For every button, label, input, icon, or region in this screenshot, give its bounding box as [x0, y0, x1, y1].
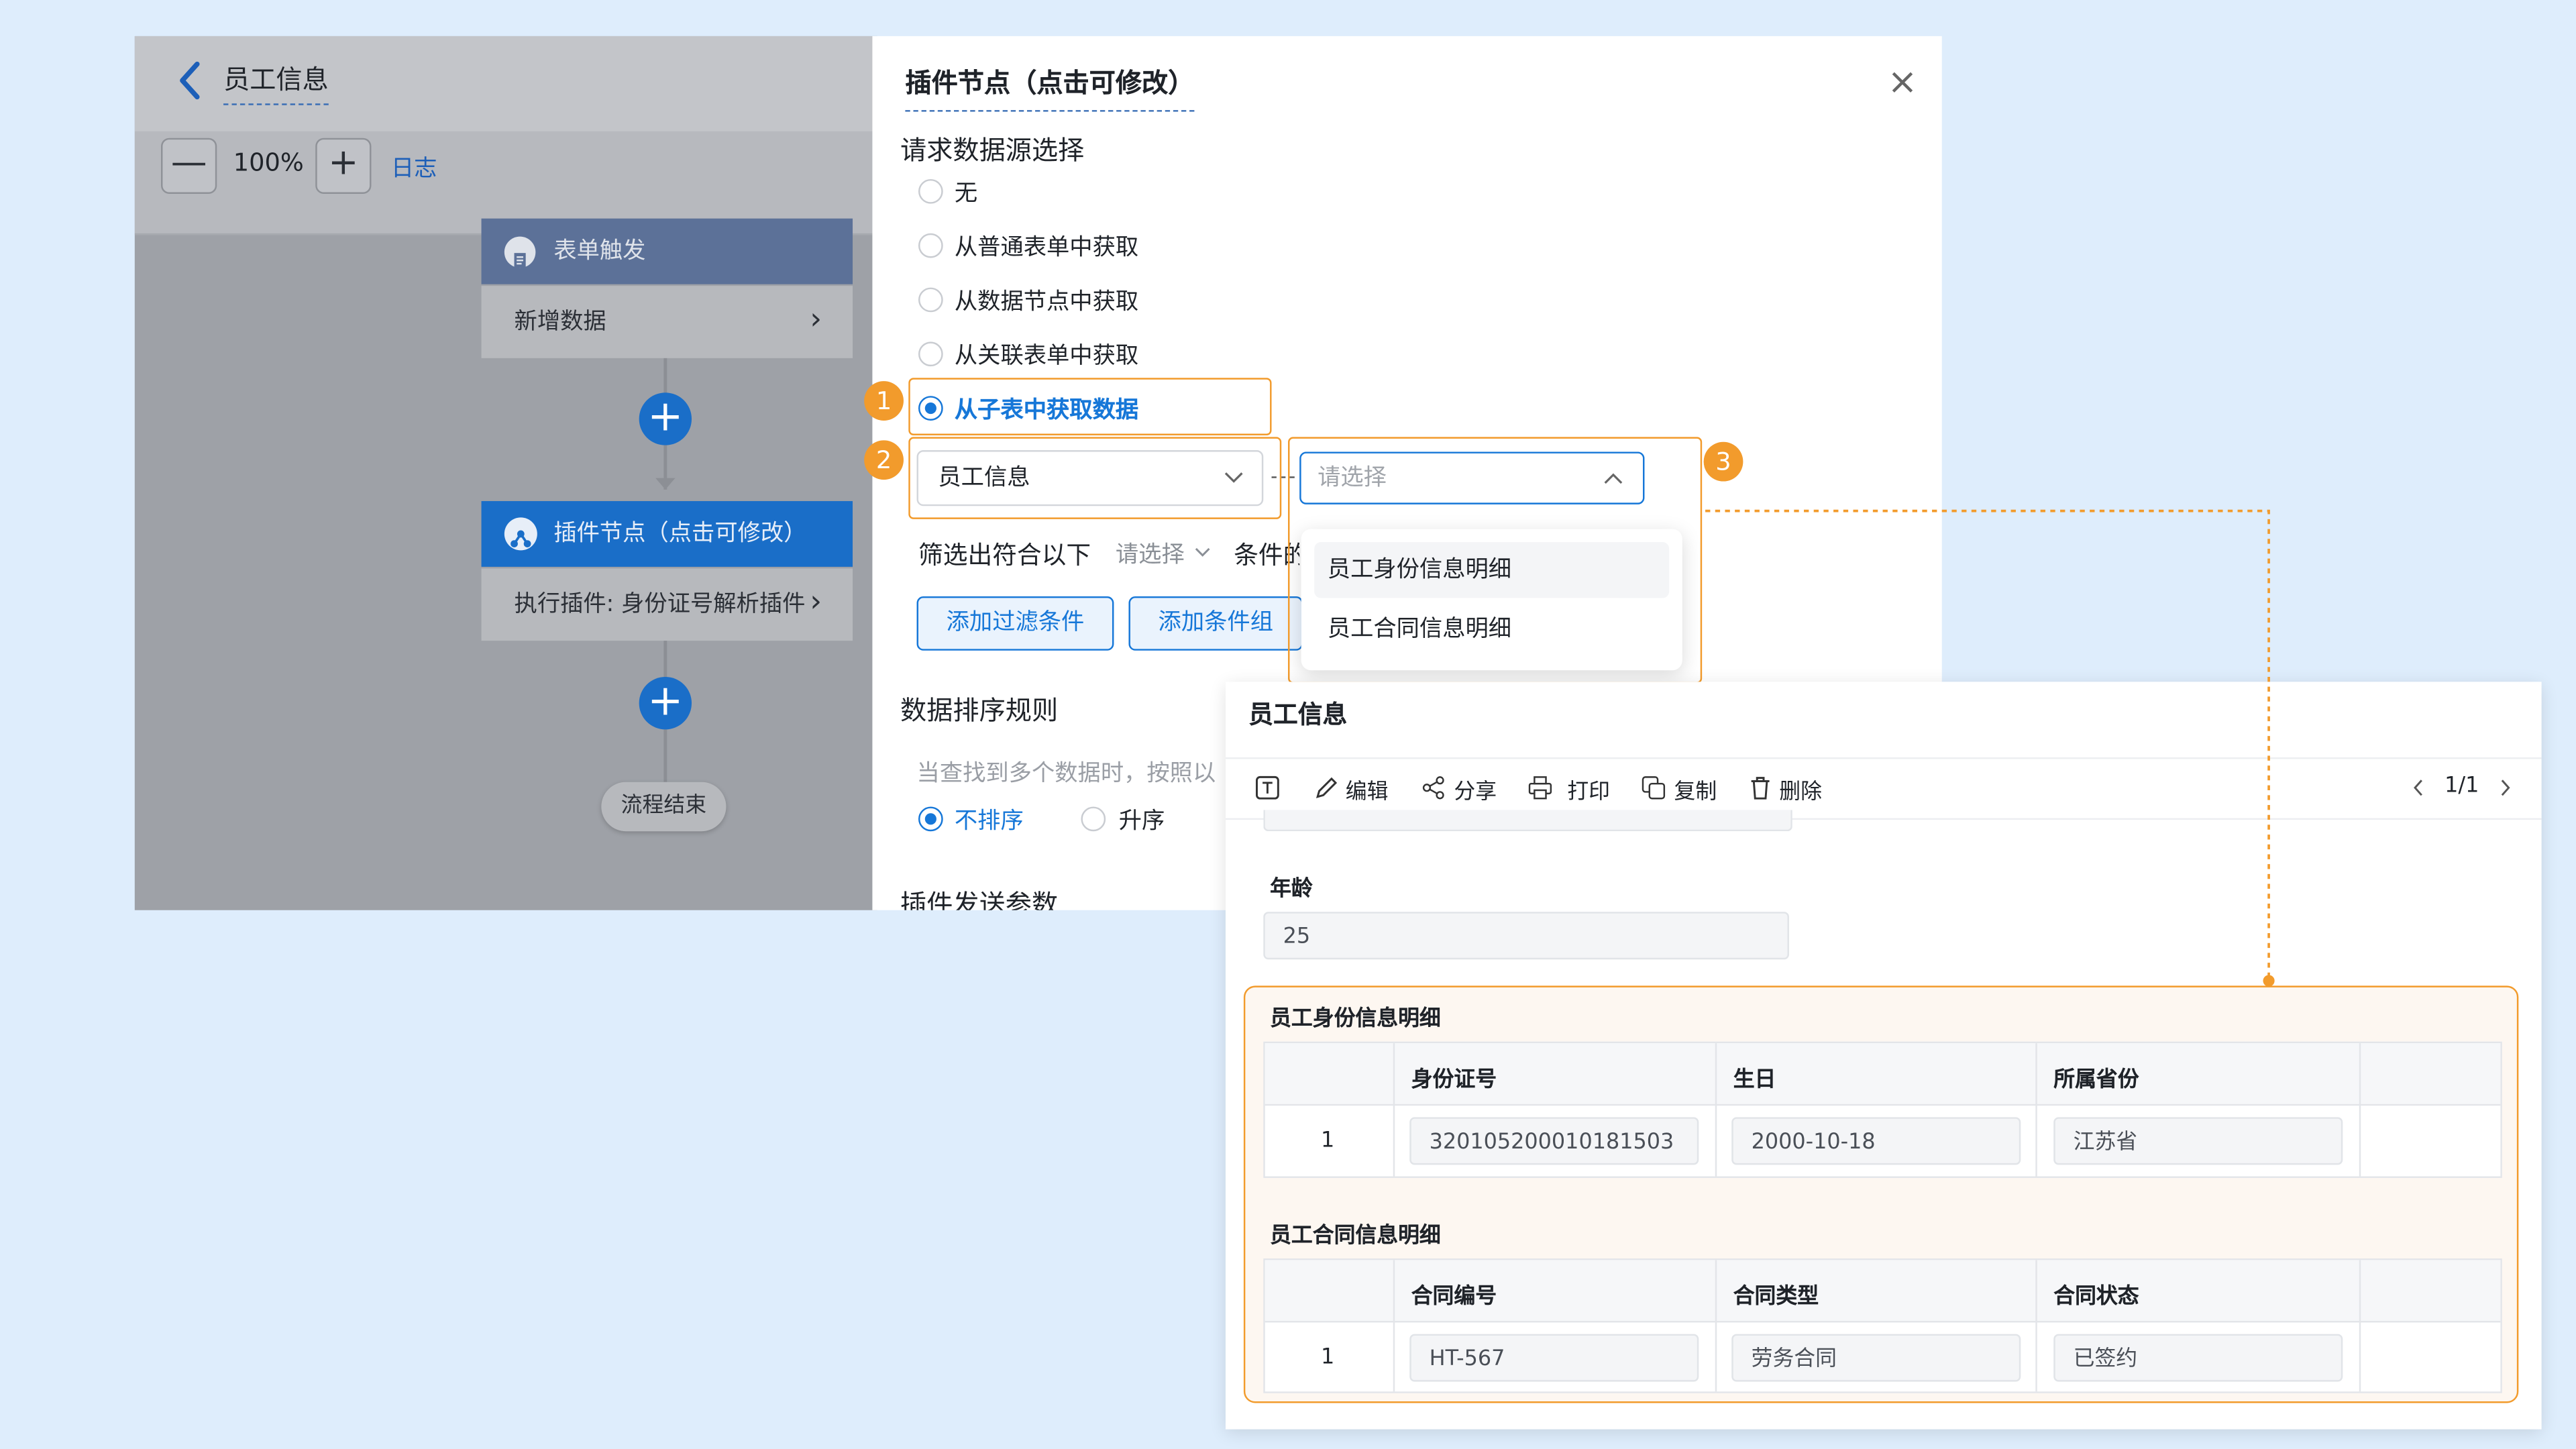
- table-cell[interactable]: 2000-10-18: [1731, 1117, 2021, 1165]
- radio-no-sort[interactable]: [918, 806, 943, 832]
- table-cell[interactable]: 已签约: [2053, 1334, 2343, 1382]
- sort-hint: 当查找到多个数据时，按照以: [916, 760, 1216, 788]
- add-node-button[interactable]: +: [639, 676, 692, 730]
- column-divider: [1393, 1260, 1395, 1392]
- highlight-box-3: [1288, 437, 1703, 684]
- table-cell[interactable]: HT-567: [1409, 1334, 1699, 1382]
- contract-subtable: 合同编号 合同类型 合同状态 1 HT-567 劳务合同 已签约: [1263, 1258, 2502, 1393]
- row-divider: [1265, 1320, 2501, 1323]
- step-badge-1: 1: [864, 381, 904, 421]
- subtables-highlight: 员工身份信息明细 身份证号 生日 所属省份 1 3201052000101815…: [1243, 985, 2519, 1403]
- form-icon: [504, 236, 536, 268]
- trigger-node-body[interactable]: 新增数据 ›: [481, 286, 853, 358]
- column-divider: [2359, 1043, 2361, 1177]
- table-cell[interactable]: 320105200010181503: [1409, 1117, 1699, 1165]
- identity-subtable-title: 员工身份信息明细: [1270, 1007, 1441, 1032]
- add-node-button[interactable]: +: [639, 392, 692, 445]
- column-header: 合同类型: [1733, 1285, 1819, 1309]
- table-cell[interactable]: 江苏省: [2053, 1117, 2343, 1165]
- chevron-down-icon: [1195, 547, 1210, 557]
- trigger-node-title: 表单触发: [553, 238, 646, 265]
- column-divider: [2035, 1260, 2037, 1392]
- highlight-box-2: [908, 437, 1282, 519]
- zoom-out-button[interactable]: —: [161, 138, 217, 194]
- row-index: 1: [1320, 1345, 1335, 1371]
- share-button[interactable]: 分享: [1454, 773, 1497, 805]
- zoom-in-button[interactable]: +: [315, 138, 372, 194]
- plugin-node-body[interactable]: 执行插件: 身份证号解析插件 ›: [481, 568, 853, 641]
- log-link[interactable]: 日志: [391, 151, 437, 184]
- arrow-down-icon: [655, 478, 676, 490]
- pager-text: 1/1: [2445, 773, 2479, 799]
- radio-label: 从关联表单中获取: [954, 343, 1139, 370]
- row-divider: [1265, 1104, 2501, 1106]
- back-arrow-icon[interactable]: [174, 59, 207, 102]
- zoom-level: 100%: [233, 148, 304, 178]
- column-divider: [2359, 1260, 2361, 1392]
- trigger-node-header[interactable]: 表单触发: [481, 218, 853, 284]
- radio-label: 升序: [1118, 808, 1165, 835]
- send-params-label: 插件发送参数: [900, 888, 1059, 910]
- column-header: 身份证号: [1411, 1067, 1497, 1093]
- plugin-node-header[interactable]: 插件节点（点击可修改）: [481, 500, 853, 567]
- text-format-icon[interactable]: [1255, 775, 1280, 800]
- add-group-button[interactable]: 添加条件组: [1128, 596, 1303, 651]
- contract-subtable-title: 员工合同信息明细: [1270, 1224, 1441, 1249]
- chevron-right-icon: ›: [810, 302, 822, 337]
- plugin-node-title: 插件节点（点击可修改）: [553, 521, 807, 547]
- workflow-header: 员工信息: [134, 36, 877, 131]
- radio-linked-form[interactable]: [918, 341, 943, 367]
- workflow-panel: 员工信息 — 100% + 日志 表单触发 新增数据 › + 插件节点（点击可修…: [134, 36, 877, 910]
- filter-select[interactable]: 请选择: [1116, 537, 1185, 570]
- page-title[interactable]: 员工信息: [223, 58, 329, 105]
- radio-label: 从普通表单中获取: [954, 235, 1139, 262]
- radio-data-node[interactable]: [918, 287, 943, 313]
- radio-label: 从数据节点中获取: [954, 289, 1139, 316]
- radio-normal-form[interactable]: [918, 233, 943, 258]
- column-divider: [1715, 1260, 1717, 1392]
- add-filter-button[interactable]: 添加过滤条件: [916, 596, 1114, 651]
- column-header: 生日: [1733, 1067, 1776, 1093]
- print-button[interactable]: 打印: [1567, 773, 1610, 805]
- radio-none[interactable]: [918, 178, 943, 204]
- copy-icon[interactable]: [1642, 775, 1666, 800]
- edit-button[interactable]: 编辑: [1346, 773, 1389, 805]
- filter-prefix: 筛选出符合以下: [918, 540, 1091, 570]
- drawer-title[interactable]: 插件节点（点击可修改）: [905, 61, 1195, 112]
- print-icon[interactable]: [1528, 775, 1553, 800]
- share-icon[interactable]: [1421, 775, 1446, 800]
- edit-icon[interactable]: [1314, 775, 1339, 800]
- column-header: 合同编号: [1411, 1285, 1497, 1309]
- source-section-label: 请求数据源选择: [900, 134, 1085, 166]
- identity-subtable: 身份证号 生日 所属省份 1 320105200010181503 2000-1…: [1263, 1041, 2502, 1178]
- plugin-node-detail: 执行插件: 身份证号解析插件: [514, 591, 806, 618]
- record-title: 员工信息: [1248, 700, 1348, 730]
- screenshot-stage: 员工信息 — 100% + 日志 表单触发 新增数据 › + 插件节点（点击可修…: [0, 0, 2576, 1449]
- flow-end-node: 流程结束: [601, 782, 727, 832]
- highlight-box-1: [908, 378, 1272, 435]
- step-badge-3: 3: [1703, 441, 1743, 482]
- close-icon[interactable]: ×: [1884, 65, 1921, 102]
- sort-section-label: 数据排序规则: [900, 694, 1059, 727]
- column-header: 合同状态: [2053, 1285, 2139, 1309]
- chevron-left-icon[interactable]: [2412, 779, 2425, 797]
- step-badge-2: 2: [864, 440, 904, 480]
- radio-label: 无: [954, 180, 978, 207]
- trigger-node-detail: 新增数据: [514, 309, 606, 335]
- callout-connector: [1705, 509, 2275, 987]
- row-index: 1: [1320, 1128, 1335, 1154]
- table-cell[interactable]: 劳务合同: [1731, 1334, 2021, 1382]
- column-header: 所属省份: [2053, 1067, 2139, 1093]
- age-label: 年龄: [1270, 877, 1313, 902]
- chevron-right-icon[interactable]: [2499, 779, 2512, 797]
- radio-ascending[interactable]: [1081, 806, 1106, 832]
- column-divider: [1393, 1043, 1395, 1177]
- column-divider: [1715, 1043, 1717, 1177]
- radio-label-selected: 不排序: [954, 808, 1024, 835]
- column-divider: [2035, 1043, 2037, 1177]
- plugin-icon: [504, 517, 537, 551]
- chevron-right-icon: ›: [810, 584, 822, 620]
